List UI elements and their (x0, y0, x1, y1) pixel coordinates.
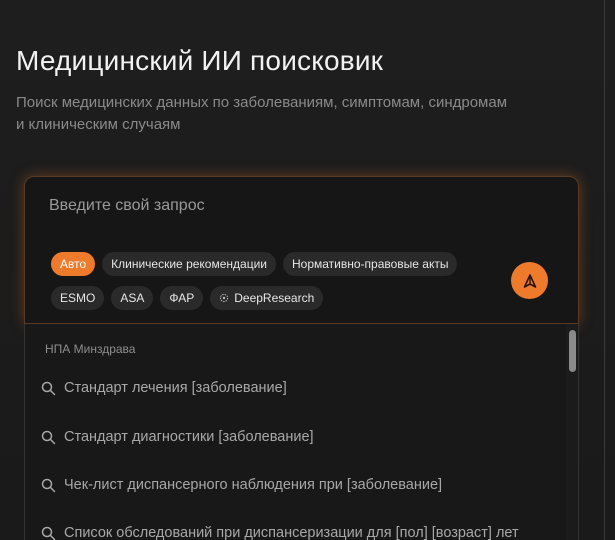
search-icon (41, 381, 56, 395)
chip-auto[interactable]: Авто (51, 252, 96, 276)
scrollbar-thumb[interactable] (569, 330, 576, 372)
chip-esmo[interactable]: ESMO (51, 286, 105, 310)
chip-clinical-guidelines[interactable]: Клинические рекомендации (102, 252, 276, 276)
suggestion-item[interactable]: Стандарт лечения [заболевание] (41, 376, 287, 400)
suggestion-label: Список обследований при диспансеризации … (64, 525, 519, 540)
filter-chips-row-1: Авто Клинические рекомендации Нормативно… (51, 252, 458, 276)
suggestion-label: Чек-лист диспансерного наблюдения при [з… (64, 477, 443, 493)
search-icon (41, 526, 56, 540)
filter-chips-row-2: ESMO ASA ФАР DeepResearch (51, 286, 324, 310)
suggestion-item[interactable]: Стандарт диагностики [заболевание] (41, 425, 314, 449)
suggestion-item[interactable]: Чек-лист диспансерного наблюдения при [з… (41, 473, 442, 497)
dropdown-section-title: НПА Минздрава (45, 342, 136, 356)
search-icon (41, 478, 56, 492)
suggestion-label: Стандарт диагностики [заболевание] (64, 429, 314, 445)
search-icon (41, 430, 56, 444)
send-button[interactable] (511, 262, 548, 299)
search-box[interactable]: Введите свой запрос Авто Клинические рек… (24, 176, 579, 324)
page-divider (604, 0, 605, 540)
page: Медицинский ИИ поисковик Поиск медицинск… (0, 0, 615, 540)
deepresearch-icon (220, 293, 229, 303)
chip-deepresearch[interactable]: DeepResearch (210, 286, 324, 310)
suggestions-dropdown: НПА Минздрава Стандарт лечения [заболева… (24, 324, 579, 540)
send-icon (523, 273, 536, 288)
search-input[interactable]: Введите свой запрос (49, 197, 205, 215)
suggestion-label: Стандарт лечения [заболевание] (64, 380, 287, 396)
suggestion-item[interactable]: Список обследований при диспансеризации … (41, 521, 519, 540)
chip-legal-acts[interactable]: Нормативно-правовые акты (282, 252, 458, 276)
chip-deepresearch-label: DeepResearch (234, 291, 315, 305)
page-subtitle: Поиск медицинских данных по заболеваниям… (16, 94, 508, 133)
chip-asa[interactable]: ASA (111, 286, 154, 310)
chip-fap[interactable]: ФАР (160, 286, 204, 310)
page-title: Медицинский ИИ поисковик (16, 45, 384, 76)
